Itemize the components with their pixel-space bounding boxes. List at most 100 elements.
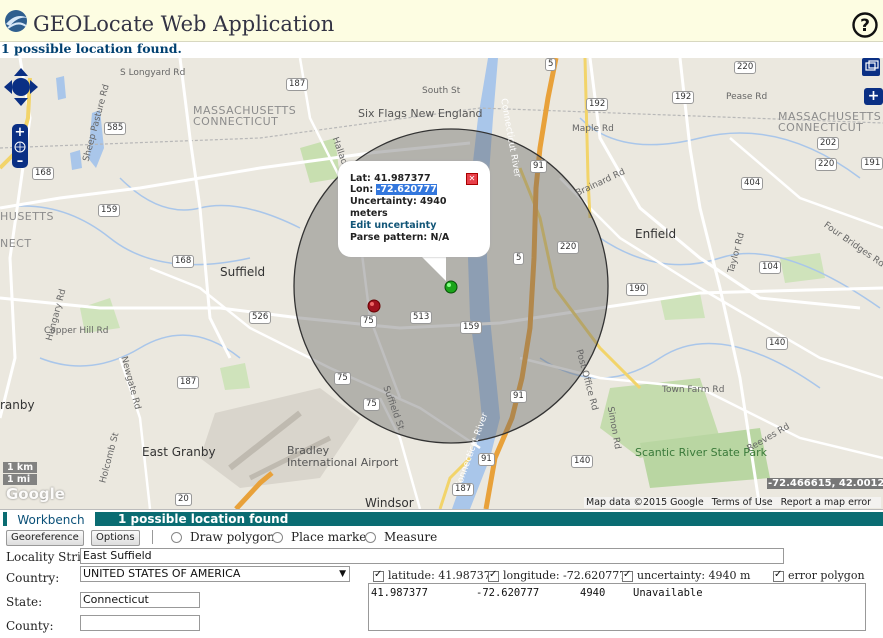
edit-uncertainty-link[interactable]: uncertainty <box>374 220 436 231</box>
close-icon[interactable]: ✕ <box>466 173 478 185</box>
route-shield: 91 <box>530 160 547 173</box>
radio-circle <box>272 532 283 543</box>
uncertainty-label: uncertainty: 4940 m <box>637 569 751 582</box>
popup-lon: Lon: -72.620777 <box>350 184 437 195</box>
options-button[interactable]: Options <box>91 530 140 546</box>
route-shield: 5 <box>545 58 557 71</box>
svg-text:–: – <box>17 154 24 168</box>
georeference-button[interactable]: Georeference <box>6 530 84 546</box>
terms-link[interactable]: Terms of Use <box>712 497 773 508</box>
map-data-credit: Map data ©2015 Google <box>586 497 704 508</box>
report-link[interactable]: Report a map error <box>781 497 871 508</box>
route-shield: 220 <box>557 241 580 254</box>
route-shield: 187 <box>177 376 200 389</box>
map-label-state-conn-left: CONNECTICUT <box>193 115 279 128</box>
country-label: Country: <box>6 571 60 585</box>
map-scale: 1 km 1 mi <box>3 462 38 486</box>
route-shield: 159 <box>98 204 121 217</box>
longitude-label: longitude: -72.620777 <box>503 569 627 582</box>
map-label-state-husetts: HUSETTS <box>0 210 54 223</box>
app-title: GEOLocate Web Application <box>33 12 335 36</box>
chevron-down-icon: ▼ <box>339 569 346 579</box>
route-shield: 190 <box>626 283 649 296</box>
measure-label: Measure <box>384 530 438 544</box>
tab-workbench[interactable]: Workbench <box>7 512 95 527</box>
map-label-enfield: Enfield <box>635 227 677 241</box>
route-shield: 140 <box>571 455 594 468</box>
route-shield: 585 <box>104 122 127 135</box>
tab-bar: Workbench 1 possible location found <box>3 512 883 527</box>
result-lon: -72.620777 <box>476 587 540 599</box>
error-polygon-label: error polygon <box>788 569 865 582</box>
cursor-coordinates: -72.466615, 42.001297 <box>767 478 883 489</box>
route-shield: 75 <box>363 398 380 411</box>
longitude-checkbox[interactable]: longitude: -72.620777 <box>488 569 626 582</box>
tab-results[interactable]: 1 possible location found <box>118 512 288 527</box>
route-shield: 159 <box>460 321 483 334</box>
popup-lon-value: -72.620777 <box>376 184 437 195</box>
result-textarea[interactable]: 41.987377 -72.620777 4940 Unavailable <box>368 583 866 631</box>
route-shield: 75 <box>360 315 377 328</box>
draw-polygon-radio[interactable]: Draw polygon <box>171 530 275 544</box>
help-icon[interactable]: ? <box>852 12 878 38</box>
geolocate-logo <box>5 10 28 32</box>
map-canvas[interactable]: Suffield Enfield East Granby Windsor Bra… <box>0 58 883 509</box>
status-message: 1 possible location found. <box>1 41 182 56</box>
result-polygon: Unavailable <box>633 587 703 599</box>
state-input[interactable]: Connecticut <box>80 592 200 608</box>
map-label-state-nect: NECT <box>0 237 32 250</box>
map-label-east-granby: East Granby <box>142 445 216 459</box>
measure-radio[interactable]: Measure <box>365 530 437 544</box>
app-header: GEOLocate Web Application ? <box>0 0 883 42</box>
map-label-six-flags: Six Flags New England <box>358 107 483 120</box>
route-shield: 91 <box>510 390 527 403</box>
latitude-checkbox[interactable]: latitude: 41.987377 <box>373 569 498 582</box>
radio-circle <box>171 532 182 543</box>
county-input[interactable] <box>80 615 200 631</box>
road-label-pease: Pease Rd <box>726 92 768 102</box>
route-shield: 91 <box>478 453 495 466</box>
popup-lat: Lat: 41.987377 <box>350 173 431 184</box>
checkbox-box <box>373 569 384 582</box>
route-shield: 220 <box>815 158 838 171</box>
radio-circle <box>365 532 376 543</box>
locality-input[interactable]: East Suffield <box>80 548 784 564</box>
popup-lon-label: Lon: <box>350 184 377 195</box>
checkbox-box <box>488 569 499 582</box>
svg-text:?: ? <box>860 16 870 36</box>
popup-pointer <box>418 253 446 281</box>
route-shield: 104 <box>759 261 782 274</box>
map-attribution: Map data ©2015 Google Terms of Use Report … <box>584 497 882 508</box>
popup-uncertainty: Uncertainty: 4940 <box>350 196 447 207</box>
result-uncertainty: 4940 <box>580 587 606 599</box>
layer-switcher-icon[interactable] <box>862 58 880 76</box>
map-label-windsor: Windsor <box>365 496 414 509</box>
pan-control[interactable]: + – <box>4 68 38 168</box>
road-label-maple: Maple Rd <box>572 124 614 134</box>
checkbox-box <box>773 569 784 582</box>
place-marker-radio[interactable]: Place marker <box>272 530 372 544</box>
country-select[interactable]: UNITED STATES OF AMERICA ▼ <box>80 566 350 582</box>
map-label-granby: ranby <box>0 398 35 412</box>
route-shield: 187 <box>286 78 309 91</box>
route-shield: 192 <box>672 91 695 104</box>
route-shield: 187 <box>452 483 475 496</box>
popup-edit-prefix: Edit <box>350 220 375 231</box>
route-shield: 5 <box>513 252 525 265</box>
map-label-airport: International Airport <box>287 456 399 469</box>
scale-km: 1 km <box>3 462 38 473</box>
road-label-longyard: S Longyard Rd <box>120 68 186 78</box>
result-lat: 41.987377 <box>371 587 428 599</box>
road-label-south-st: South St <box>422 86 461 96</box>
workbench-panel: Workbench 1 possible location found Geor… <box>0 509 883 638</box>
expand-panel-icon[interactable]: + <box>864 88 883 105</box>
uncertainty-checkbox[interactable]: uncertainty: 4940 m <box>622 569 750 582</box>
country-value: UNITED STATES OF AMERICA <box>83 567 241 580</box>
route-shield: 140 <box>766 337 789 350</box>
error-polygon-checkbox[interactable]: error polygon <box>773 569 865 582</box>
road-label-town-farm: Town Farm Rd <box>662 385 725 395</box>
road-label-copper-hill: Copper Hill Rd <box>44 326 109 336</box>
place-marker-label: Place marker <box>291 530 373 544</box>
popup-parse: Parse pattern: N/A <box>350 232 450 243</box>
route-shield: 75 <box>334 372 351 385</box>
